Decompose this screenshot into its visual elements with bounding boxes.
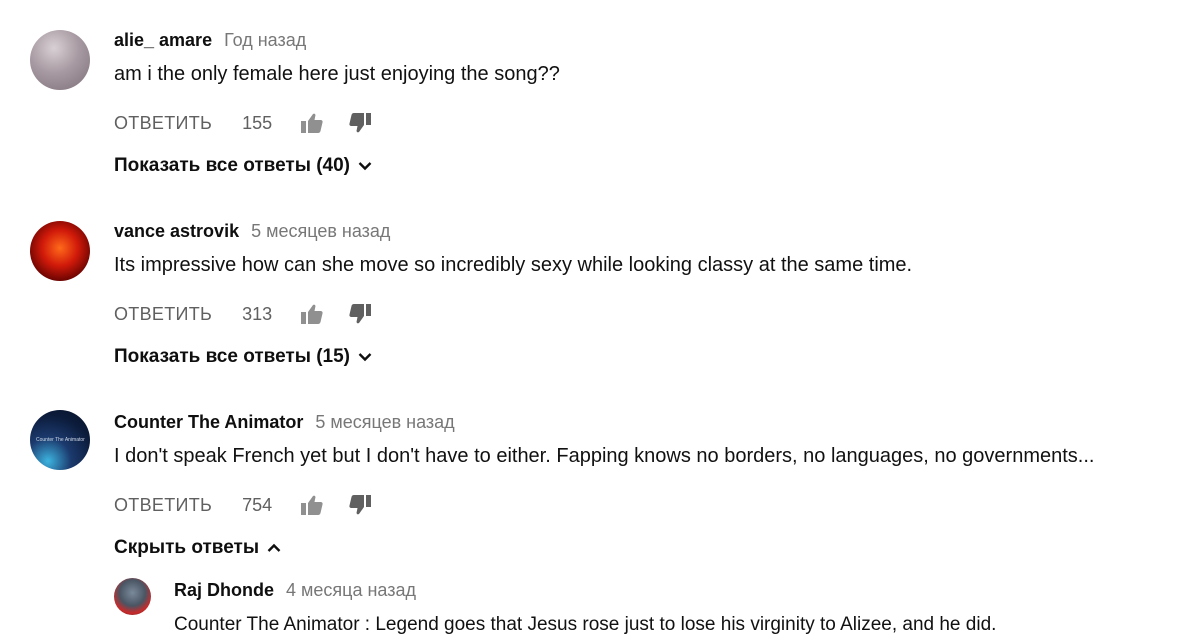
- avatar[interactable]: [30, 221, 90, 281]
- like-count: 754: [242, 494, 273, 515]
- thumbs-up-icon[interactable]: [300, 303, 324, 325]
- hide-replies-label: Скрыть ответы: [114, 537, 260, 558]
- avatar[interactable]: [30, 30, 90, 90]
- thumbs-down-icon[interactable]: [348, 494, 372, 516]
- comment-header: vance astrovik 5 месяцев назад: [114, 221, 390, 242]
- show-replies-label: Показать все ответы (15): [114, 346, 350, 367]
- comment-time[interactable]: 5 месяцев назад: [251, 221, 390, 242]
- reply-header: Raj Dhonde 4 месяца назад: [174, 580, 416, 601]
- reply-author[interactable]: Raj Dhonde: [174, 580, 274, 601]
- comment-author[interactable]: Counter The Animator: [114, 412, 303, 433]
- like-count: 155: [242, 112, 273, 133]
- reply-button[interactable]: ОТВЕТИТЬ: [114, 495, 212, 516]
- show-replies-button[interactable]: Показать все ответы (40): [114, 155, 372, 177]
- show-replies-label: Показать все ответы (40): [114, 155, 350, 176]
- reply-time[interactable]: 4 месяца назад: [286, 580, 416, 601]
- chevron-up-icon: [267, 543, 281, 552]
- comment-actions: ОТВЕТИТЬ 155: [114, 112, 372, 134]
- thumbs-down-icon[interactable]: [348, 112, 372, 134]
- reply-button[interactable]: ОТВЕТИТЬ: [114, 113, 212, 134]
- avatar[interactable]: Counter The Animator: [30, 410, 90, 470]
- comment-text: am i the only female here just enjoying …: [114, 63, 560, 85]
- comment-author[interactable]: alie_ amare: [114, 30, 212, 51]
- chevron-down-icon: [358, 162, 372, 171]
- avatar[interactable]: [114, 578, 151, 615]
- comment-actions: ОТВЕТИТЬ 313: [114, 303, 372, 325]
- comment-time[interactable]: 5 месяцев назад: [315, 412, 454, 433]
- show-replies-button[interactable]: Показать все ответы (15): [114, 346, 372, 368]
- thumbs-up-icon[interactable]: [300, 112, 324, 134]
- comment-author[interactable]: vance astrovik: [114, 221, 239, 242]
- thumbs-up-icon[interactable]: [300, 494, 324, 516]
- reply-button[interactable]: ОТВЕТИТЬ: [114, 304, 212, 325]
- avatar-text: Counter The Animator: [36, 437, 85, 443]
- comment-header: Counter The Animator 5 месяцев назад: [114, 412, 455, 433]
- comment-header: alie_ amare Год назад: [114, 30, 306, 51]
- comment-text: I don't speak French yet but I don't hav…: [114, 445, 1095, 467]
- comment-text: Its impressive how can she move so incre…: [114, 254, 913, 276]
- comment-actions: ОТВЕТИТЬ 754: [114, 494, 372, 516]
- comment-time[interactable]: Год назад: [224, 30, 306, 51]
- chevron-down-icon: [358, 353, 372, 362]
- hide-replies-button[interactable]: Скрыть ответы: [114, 537, 281, 559]
- thumbs-down-icon[interactable]: [348, 303, 372, 325]
- reply-text: Counter The Animator : Legend goes that …: [174, 614, 997, 635]
- like-count: 313: [242, 303, 273, 324]
